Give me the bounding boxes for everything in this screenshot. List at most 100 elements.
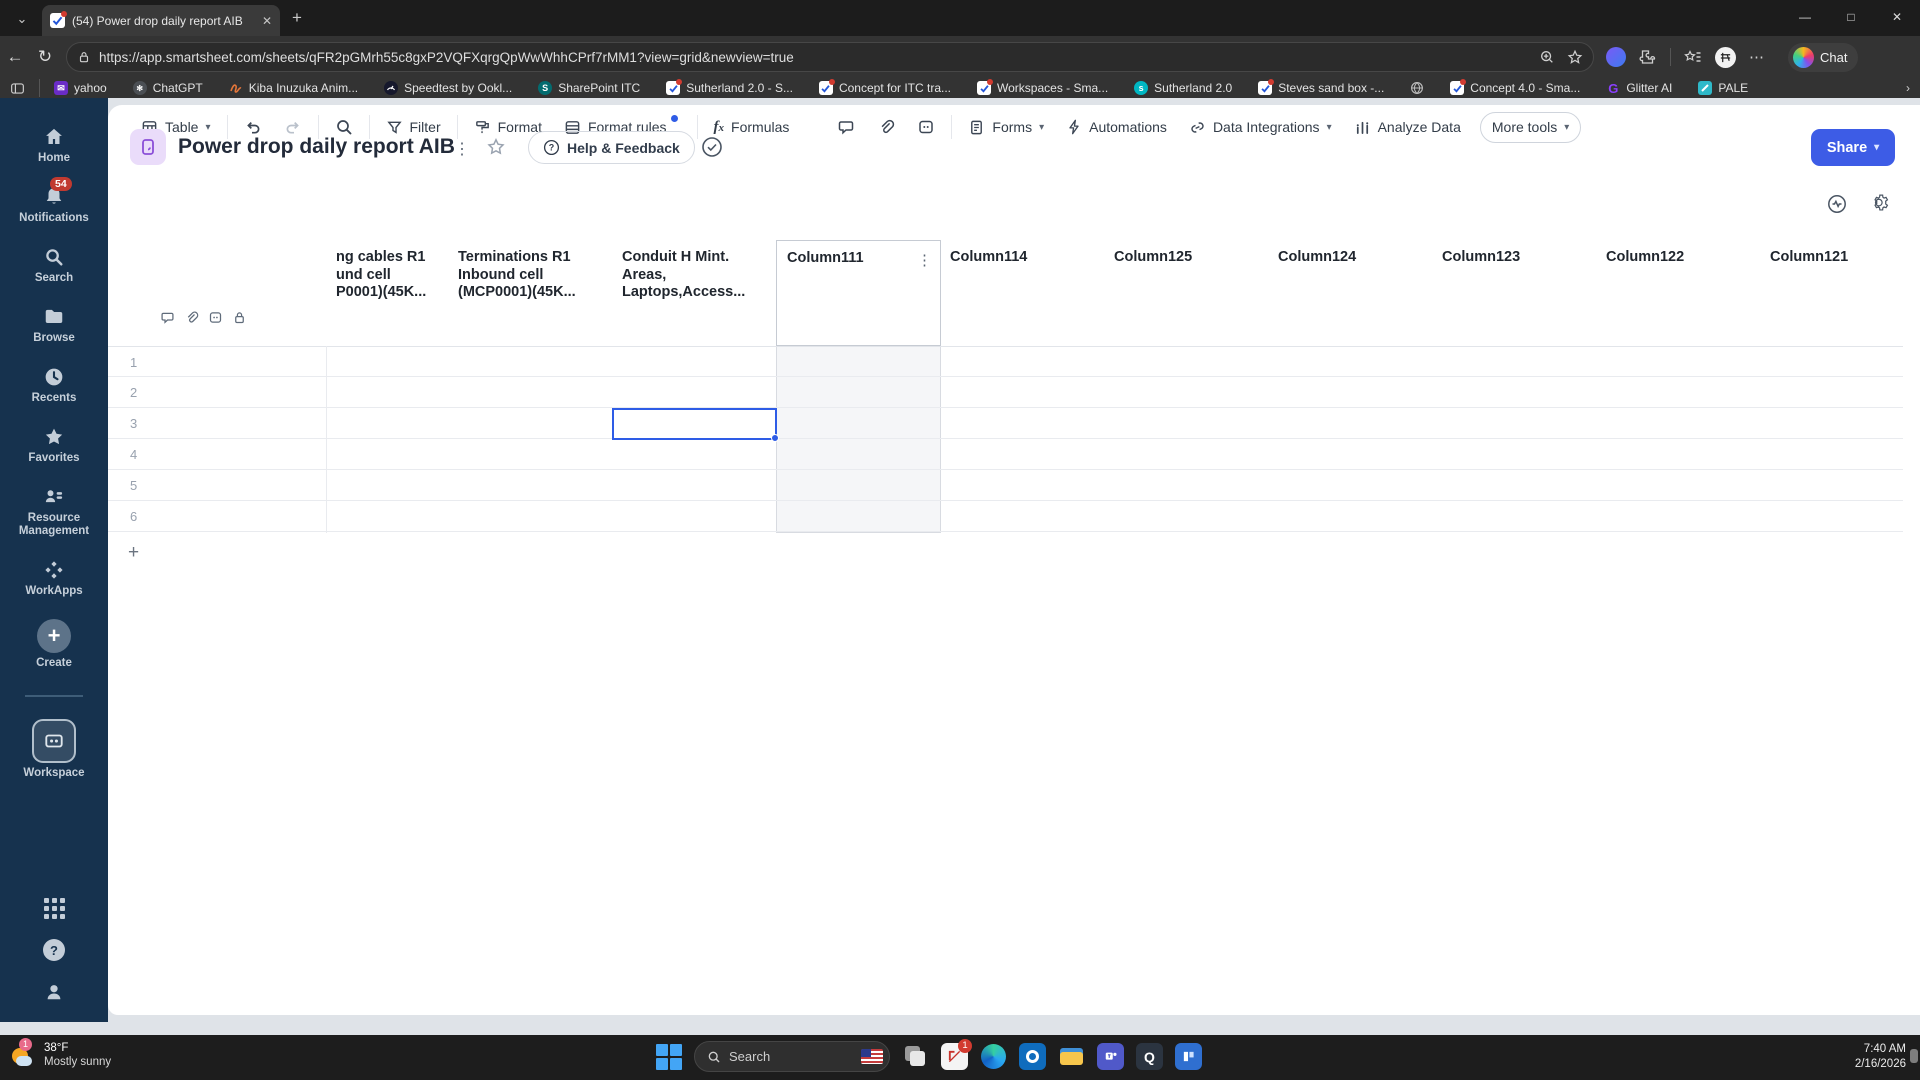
sidebar-item-resource-management[interactable]: Resource Management xyxy=(2,486,106,538)
column-header[interactable]: Column121 xyxy=(1760,240,1920,346)
favorites-bar-icon[interactable] xyxy=(1684,48,1702,66)
account-icon[interactable] xyxy=(43,981,65,1008)
activity-log-icon[interactable] xyxy=(1826,193,1848,215)
analyze-data-button[interactable]: Analyze Data xyxy=(1343,111,1472,143)
column-header[interactable]: Column123 xyxy=(1432,240,1596,346)
bookmark-item[interactable]: S SharePoint ITC xyxy=(538,81,640,95)
copilot-chat-button[interactable]: Chat xyxy=(1788,42,1859,72)
column-header[interactable]: Conduit H Mint. Areas, Laptops,Access... xyxy=(612,240,776,346)
lock-column-icon[interactable] xyxy=(232,310,247,325)
app-launcher-icon[interactable] xyxy=(43,898,65,919)
row-number[interactable]: 6 xyxy=(130,509,137,524)
sidebar-item-favorites[interactable]: Favorites xyxy=(2,426,106,465)
settings-gear-icon[interactable] xyxy=(1870,193,1892,215)
q-app-icon[interactable]: Q xyxy=(1136,1043,1163,1070)
sidebar-item-workspace[interactable]: Workspace xyxy=(2,719,106,780)
outlook-icon[interactable] xyxy=(1019,1043,1046,1070)
blue-app-icon[interactable] xyxy=(1175,1043,1202,1070)
comment-column-icon[interactable] xyxy=(160,310,175,325)
add-row-button[interactable]: + xyxy=(128,542,139,564)
grid-row[interactable]: 1 xyxy=(108,346,1903,377)
tab-close-icon[interactable]: ✕ xyxy=(262,14,272,28)
grid-row[interactable]: 5 xyxy=(108,470,1903,501)
tab-search-chevron-icon[interactable]: ⌄ xyxy=(8,8,36,30)
selected-column-header[interactable]: ⋮ Column111 xyxy=(776,240,941,346)
back-icon[interactable]: ← xyxy=(0,47,30,67)
edge-browser-icon[interactable] xyxy=(980,1043,1007,1070)
file-explorer-icon[interactable] xyxy=(1058,1043,1085,1070)
extensions-puzzle-icon[interactable] xyxy=(1639,48,1657,66)
address-bar[interactable]: https://app.smartsheet.com/sheets/qFR2pG… xyxy=(66,42,1594,72)
bookmark-item[interactable]: G Glitter AI xyxy=(1606,81,1672,96)
bookmark-item[interactable]: ✻ ChatGPT xyxy=(132,81,203,95)
sidebar-item-search[interactable]: Search xyxy=(2,246,106,285)
grid-row[interactable]: 4 xyxy=(108,439,1903,470)
favorite-sheet-star-icon[interactable] xyxy=(486,137,506,157)
task-view-icon[interactable] xyxy=(902,1043,929,1070)
sidebar-item-recents[interactable]: Recents xyxy=(2,366,106,405)
more-tools-button[interactable]: More tools ▾ xyxy=(1479,111,1582,143)
share-button[interactable]: Share ▾ xyxy=(1811,129,1895,166)
bookmarks-overflow-icon[interactable]: › xyxy=(1906,81,1910,95)
column-menu-icon[interactable]: ⋮ xyxy=(917,251,932,269)
column-header[interactable]: Column114 xyxy=(940,240,1104,346)
row-number[interactable]: 5 xyxy=(130,478,137,493)
minimize-button[interactable]: — xyxy=(1782,0,1828,34)
row-number[interactable]: 3 xyxy=(130,416,137,431)
new-tab-button[interactable]: + xyxy=(292,9,302,26)
sidebar-item-workapps[interactable]: WorkApps xyxy=(2,559,106,598)
maximize-button[interactable]: □ xyxy=(1828,0,1874,34)
active-cell[interactable] xyxy=(612,408,779,442)
forms-button[interactable]: Forms ▾ xyxy=(957,111,1055,143)
proof-column-icon[interactable] xyxy=(208,310,223,325)
help-icon[interactable]: ? xyxy=(43,939,65,961)
automations-button[interactable]: Automations xyxy=(1055,111,1178,143)
favorite-star-icon[interactable] xyxy=(1567,49,1583,65)
bookmark-item[interactable]: Workspaces - Sma... xyxy=(977,79,1108,95)
browser-tab[interactable]: (54) Power drop daily report AIB - S ✕ xyxy=(42,5,280,36)
grid-row[interactable]: 6 xyxy=(108,501,1903,532)
notification-center-icon[interactable] xyxy=(1910,1049,1918,1063)
weather-widget[interactable]: 1 38°F Mostly sunny xyxy=(10,1038,111,1070)
bookmark-item[interactable]: Concept for ITC tra... xyxy=(818,79,951,95)
row-number[interactable]: 4 xyxy=(130,447,137,462)
sheet-menu-icon[interactable]: ⋮ xyxy=(454,139,470,159)
taskbar-search[interactable]: Search xyxy=(694,1041,890,1072)
grid-row[interactable]: 3 xyxy=(108,408,1903,439)
close-button[interactable]: ✕ xyxy=(1874,0,1920,34)
attachments-button[interactable] xyxy=(866,111,906,143)
bookmark-item[interactable] xyxy=(1410,81,1424,95)
column-header[interactable]: Terminations R1 Inbound cell (MCP0001)(4… xyxy=(448,240,612,346)
bookmark-item[interactable]: ✉ yahoo xyxy=(54,81,107,95)
help-feedback-button[interactable]: ? Help & Feedback xyxy=(528,131,695,164)
extension-1-icon[interactable] xyxy=(1606,47,1626,67)
notes-app-icon[interactable]: 1 xyxy=(941,1039,972,1070)
taskbar-clock[interactable]: 7:40 AM 2/16/2026 xyxy=(1855,1042,1906,1072)
extension-avatar-icon[interactable] xyxy=(1715,46,1736,68)
start-button[interactable] xyxy=(656,1043,682,1070)
bookmark-item[interactable]: Concept 4.0 - Sma... xyxy=(1450,79,1580,95)
sidebar-item-home[interactable]: Home xyxy=(2,126,106,165)
row-number[interactable]: 1 xyxy=(130,355,137,370)
sidebar-panel-icon[interactable] xyxy=(10,81,25,96)
column-header[interactable]: Column124 xyxy=(1268,240,1432,346)
bookmark-item[interactable]: Steves sand box -... xyxy=(1258,79,1384,95)
row-number[interactable]: 2 xyxy=(130,385,137,400)
grid-row[interactable]: 2 xyxy=(108,377,1903,408)
bookmark-item[interactable]: Speedtest by Ookl... xyxy=(384,81,512,95)
bookmark-item[interactable]: s Sutherland 2.0 xyxy=(1134,81,1232,95)
refresh-icon[interactable]: ↻ xyxy=(30,47,60,67)
bookmark-item[interactable]: Kiba Inuzuka Anim... xyxy=(229,81,358,95)
sidebar-item-notifications[interactable]: 54 Notifications xyxy=(2,177,106,225)
fill-handle[interactable] xyxy=(771,434,779,442)
browser-menu-icon[interactable]: ⋯ xyxy=(1749,48,1765,66)
teams-icon[interactable] xyxy=(1097,1043,1124,1070)
comments-button[interactable] xyxy=(826,111,866,143)
zoom-in-icon[interactable] xyxy=(1539,49,1555,65)
bookmark-item[interactable]: PALE xyxy=(1698,81,1748,95)
column-header[interactable]: ng cables R1 und cell P0001)(45K... xyxy=(326,240,448,346)
bookmark-item[interactable]: Sutherland 2.0 - S... xyxy=(666,79,793,95)
sidebar-item-create[interactable]: + Create xyxy=(2,619,106,670)
proofs-button[interactable] xyxy=(906,111,946,143)
attachment-column-icon[interactable] xyxy=(184,310,199,325)
